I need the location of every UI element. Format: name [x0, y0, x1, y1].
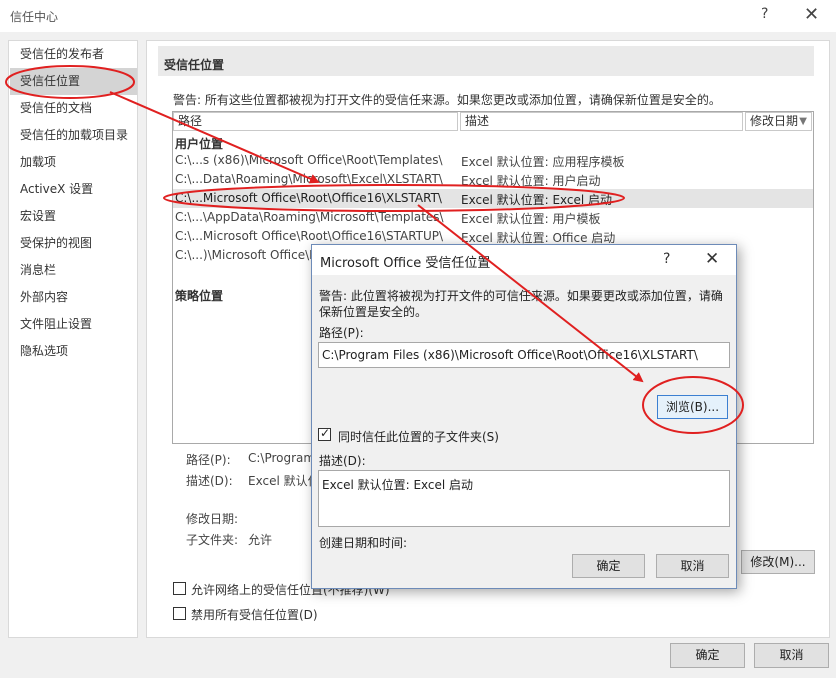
table-row[interactable]: C:\...Data\Roaming\Microsoft\Excel\XLSTA…	[173, 170, 813, 189]
title-bar	[0, 0, 836, 32]
row-path: C:\...s (x86)\Microsoft Office\Root\Temp…	[175, 153, 443, 167]
sidebar-item-external-content[interactable]: 外部内容	[10, 284, 137, 311]
sidebar-item-trusted-locations[interactable]: 受信任位置	[10, 68, 137, 95]
close-button[interactable]: ✕	[804, 4, 819, 25]
row-description: Excel 默认位置: 用户模板	[461, 212, 601, 226]
group-user-locations: 用户位置	[175, 137, 224, 151]
disable-all-label: 禁用所有受信任位置(D)	[191, 608, 318, 622]
dialog-ok-button[interactable]: 确定	[572, 554, 645, 578]
row-description: Excel 默认位置: 应用程序模板	[461, 155, 625, 169]
sidebar-item-trusted-documents[interactable]: 受信任的文档	[10, 95, 137, 122]
sidebar-item-message-bar[interactable]: 消息栏	[10, 257, 137, 284]
row-path: C:\...Microsoft Office\Root\Office16\XLS…	[175, 191, 442, 205]
row-path: C:\...Data\Roaming\Microsoft\Excel\XLSTA…	[175, 172, 443, 186]
cancel-button[interactable]: 取消	[754, 643, 829, 668]
row-description: Excel 默认位置: Excel 启动	[461, 193, 613, 207]
dialog-desc-label: 描述(D):	[319, 454, 366, 468]
sidebar-item-trusted-publishers[interactable]: 受信任的发布者	[10, 41, 137, 68]
table-row-selected[interactable]: C:\...Microsoft Office\Root\Office16\XLS…	[173, 189, 813, 208]
detail-desc-label: 描述(D):	[186, 474, 233, 488]
dialog-path-input[interactable]: C:\Program Files (x86)\Microsoft Office\…	[318, 342, 730, 368]
modify-button[interactable]: 修改(M)...	[741, 550, 815, 574]
detail-desc-value: Excel 默认位	[248, 474, 320, 488]
row-path: C:\...Microsoft Office\Root\Office16\STA…	[175, 229, 444, 243]
column-header-date-label: 修改日期	[750, 114, 799, 128]
allow-network-checkbox[interactable]	[173, 582, 186, 595]
dialog-warning-line2: 保新位置是安全的。	[319, 305, 428, 319]
section-header	[158, 46, 814, 76]
column-header-path[interactable]: 路径	[173, 112, 458, 131]
detail-subfolder-label: 子文件夹:	[186, 533, 239, 547]
dialog-cancel-button[interactable]: 取消	[656, 554, 729, 578]
detail-path-label: 路径(P):	[186, 453, 231, 467]
help-button[interactable]: ?	[761, 6, 768, 22]
detail-date-label: 修改日期:	[186, 512, 239, 526]
sidebar-item-trusted-addin-catalogs[interactable]: 受信任的加载项目录	[10, 122, 137, 149]
dialog-close-button[interactable]: ✕	[705, 249, 719, 269]
sidebar-item-file-block[interactable]: 文件阻止设置	[10, 311, 137, 338]
window-title: 信任中心	[10, 10, 59, 24]
section-title: 受信任位置	[164, 58, 225, 72]
dialog-path-label: 路径(P):	[319, 326, 364, 340]
sort-arrow-icon: ▼	[799, 116, 807, 127]
sidebar-item-privacy[interactable]: 隐私选项	[10, 338, 137, 365]
dialog-created-label: 创建日期和时间:	[319, 536, 408, 550]
subfolders-checkbox[interactable]	[318, 426, 331, 441]
dialog-warning-line1: 警告: 此位置将被视为打开文件的可信任来源。如果要更改或添加位置，请确	[319, 289, 723, 303]
dialog-description-input[interactable]: Excel 默认位置: Excel 启动	[318, 470, 730, 527]
column-header-date[interactable]: 修改日期 ▼	[745, 112, 812, 131]
sidebar-item-macro-settings[interactable]: 宏设置	[10, 203, 137, 230]
dialog-title: Microsoft Office 受信任位置	[320, 256, 491, 271]
row-path: C:\...\AppData\Roaming\Microsoft\Templat…	[175, 210, 444, 224]
table-row[interactable]: C:\...s (x86)\Microsoft Office\Root\Temp…	[173, 151, 813, 170]
sidebar-item-activex[interactable]: ActiveX 设置	[10, 176, 137, 203]
sidebar-item-addins[interactable]: 加载项	[10, 149, 137, 176]
disable-all-checkbox[interactable]	[173, 607, 186, 620]
ok-button[interactable]: 确定	[670, 643, 745, 668]
column-header-description[interactable]: 描述	[460, 112, 743, 131]
detail-path-value: C:\Program	[248, 451, 316, 465]
detail-subfolder-value: 允许	[248, 533, 273, 547]
row-description: Excel 默认位置: 用户启动	[461, 174, 601, 188]
dialog-help-button[interactable]: ?	[663, 251, 670, 267]
subfolders-label: 同时信任此位置的子文件夹(S)	[338, 430, 499, 444]
warning-text: 警告: 所有这些位置都被视为打开文件的受信任来源。如果您更改或添加位置，请确保新…	[173, 93, 721, 107]
sidebar: 受信任的发布者 受信任位置 受信任的文档 受信任的加载项目录 加载项 Activ…	[8, 40, 138, 638]
sidebar-item-protected-view[interactable]: 受保护的视图	[10, 230, 137, 257]
browse-button[interactable]: 浏览(B)...	[657, 395, 728, 419]
table-row[interactable]: C:\...\AppData\Roaming\Microsoft\Templat…	[173, 208, 813, 227]
group-policy-locations: 策略位置	[175, 289, 224, 303]
